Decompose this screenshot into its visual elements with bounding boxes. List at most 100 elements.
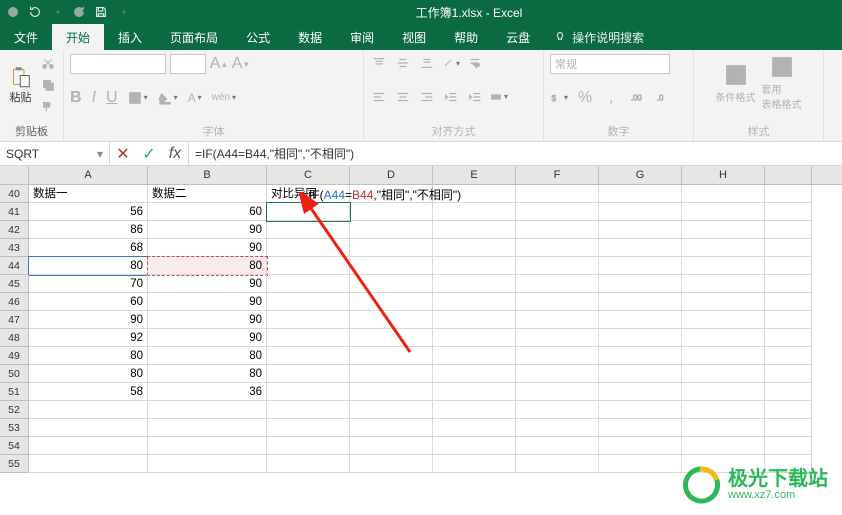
- cell[interactable]: [516, 203, 599, 221]
- font-name-combo[interactable]: [70, 54, 166, 74]
- cell[interactable]: [765, 221, 812, 239]
- cell[interactable]: 80: [29, 365, 148, 383]
- cell[interactable]: [516, 329, 599, 347]
- cell[interactable]: [682, 293, 765, 311]
- cell[interactable]: [765, 347, 812, 365]
- cell[interactable]: [433, 401, 516, 419]
- cell[interactable]: [29, 455, 148, 473]
- cell[interactable]: 90: [148, 293, 267, 311]
- cell[interactable]: [267, 203, 350, 221]
- cell[interactable]: [765, 203, 812, 221]
- cell[interactable]: [682, 383, 765, 401]
- align-center-icon[interactable]: [394, 88, 412, 106]
- decrease-decimal-icon[interactable]: .0: [654, 89, 672, 107]
- row-header[interactable]: 43: [0, 239, 29, 257]
- cell[interactable]: 80: [148, 365, 267, 383]
- cell[interactable]: [682, 185, 765, 203]
- cell[interactable]: 92: [29, 329, 148, 347]
- cell[interactable]: [267, 221, 350, 239]
- cell[interactable]: [516, 221, 599, 239]
- border-button[interactable]: [128, 91, 148, 105]
- paste-button[interactable]: 粘贴: [6, 65, 35, 105]
- cell[interactable]: 90: [148, 275, 267, 293]
- cell[interactable]: [29, 419, 148, 437]
- cell[interactable]: [267, 293, 350, 311]
- name-box[interactable]: SQRT ▾: [0, 142, 110, 165]
- enter-formula-icon[interactable]: ✓: [136, 142, 162, 166]
- cell[interactable]: [350, 365, 433, 383]
- cell[interactable]: 90: [148, 239, 267, 257]
- tab-cloud[interactable]: 云盘: [492, 24, 544, 50]
- cell[interactable]: [599, 347, 682, 365]
- cell[interactable]: [148, 419, 267, 437]
- cell[interactable]: [433, 329, 516, 347]
- cell[interactable]: [682, 221, 765, 239]
- cell[interactable]: [682, 401, 765, 419]
- cell[interactable]: [765, 311, 812, 329]
- cell[interactable]: [267, 239, 350, 257]
- number-format-combo[interactable]: 常规: [550, 54, 670, 74]
- qat-customize-icon[interactable]: [116, 5, 130, 19]
- cell[interactable]: [148, 401, 267, 419]
- cell[interactable]: 80: [29, 347, 148, 365]
- cancel-formula-icon[interactable]: ✕: [110, 142, 136, 166]
- cell[interactable]: [765, 275, 812, 293]
- cell[interactable]: [682, 257, 765, 275]
- row-header[interactable]: 53: [0, 419, 29, 437]
- cell[interactable]: [433, 257, 516, 275]
- font-color-button[interactable]: A: [188, 91, 202, 105]
- cell[interactable]: [599, 221, 682, 239]
- cell[interactable]: [350, 239, 433, 257]
- cell[interactable]: [433, 455, 516, 473]
- cell[interactable]: 90: [148, 329, 267, 347]
- row-header[interactable]: 55: [0, 455, 29, 473]
- tab-help[interactable]: 帮助: [440, 24, 492, 50]
- increase-indent-icon[interactable]: [466, 88, 484, 106]
- row-header[interactable]: 42: [0, 221, 29, 239]
- cell[interactable]: [765, 419, 812, 437]
- row-header[interactable]: 40: [0, 185, 29, 203]
- increase-decimal-icon[interactable]: .00: [628, 89, 646, 107]
- merge-center-icon[interactable]: [490, 88, 508, 106]
- col-header[interactable]: H: [682, 166, 765, 184]
- cell[interactable]: [350, 419, 433, 437]
- cell[interactable]: [433, 203, 516, 221]
- cell[interactable]: [350, 221, 433, 239]
- cell[interactable]: [433, 365, 516, 383]
- cell[interactable]: [599, 401, 682, 419]
- wrap-text-icon[interactable]: [466, 54, 484, 72]
- col-header[interactable]: D: [350, 166, 433, 184]
- fx-icon[interactable]: fx: [162, 142, 188, 166]
- cell[interactable]: [765, 437, 812, 455]
- italic-button[interactable]: I: [92, 89, 96, 107]
- col-header[interactable]: F: [516, 166, 599, 184]
- tab-review[interactable]: 审阅: [336, 24, 388, 50]
- align-bottom-icon[interactable]: [418, 54, 436, 72]
- cell[interactable]: [267, 401, 350, 419]
- cell[interactable]: [516, 311, 599, 329]
- cell[interactable]: [350, 455, 433, 473]
- increase-font-icon[interactable]: A▲: [210, 55, 228, 73]
- cell[interactable]: [433, 239, 516, 257]
- cell[interactable]: [599, 455, 682, 473]
- cell[interactable]: [29, 401, 148, 419]
- cell[interactable]: 80: [29, 257, 148, 275]
- row-header[interactable]: 44: [0, 257, 29, 275]
- cell[interactable]: [516, 293, 599, 311]
- font-size-combo[interactable]: [170, 54, 206, 74]
- cell[interactable]: [682, 275, 765, 293]
- tab-data[interactable]: 数据: [284, 24, 336, 50]
- tab-insert[interactable]: 插入: [104, 24, 156, 50]
- cell[interactable]: [433, 347, 516, 365]
- cell[interactable]: 数据二: [148, 185, 267, 203]
- align-left-icon[interactable]: [370, 88, 388, 106]
- cell[interactable]: [599, 437, 682, 455]
- tab-page-layout[interactable]: 页面布局: [156, 24, 232, 50]
- cell[interactable]: [148, 455, 267, 473]
- col-header[interactable]: G: [599, 166, 682, 184]
- cell[interactable]: [682, 347, 765, 365]
- cell[interactable]: [433, 275, 516, 293]
- cell[interactable]: [350, 401, 433, 419]
- cell[interactable]: [599, 311, 682, 329]
- cell[interactable]: [516, 185, 599, 203]
